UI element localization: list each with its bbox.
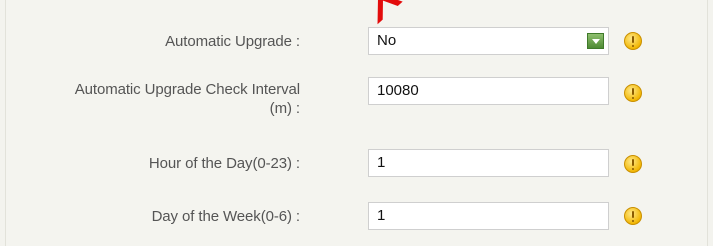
automatic-upgrade-select[interactable]: No bbox=[368, 27, 609, 55]
exclamation-info-icon[interactable] bbox=[624, 84, 642, 102]
check-interval-label: Automatic Upgrade Check Interval (m) : bbox=[75, 80, 300, 118]
automatic-upgrade-value: No bbox=[377, 32, 397, 49]
hour-of-day-label: Hour of the Day(0-23) : bbox=[148, 155, 300, 172]
exclamation-info-icon[interactable] bbox=[624, 207, 642, 225]
day-of-week-input[interactable]: 1 bbox=[368, 202, 609, 230]
exclamation-info-icon[interactable] bbox=[624, 155, 642, 173]
day-of-week-label: Day of the Week(0-6) : bbox=[151, 208, 301, 225]
check-interval-input[interactable]: 10080 bbox=[368, 77, 609, 105]
hour-of-day-input[interactable]: 1 bbox=[368, 149, 609, 177]
exclamation-info-icon[interactable] bbox=[624, 32, 642, 50]
check-interval-label-line2: (m) : bbox=[269, 100, 300, 117]
automatic-upgrade-label: Automatic Upgrade : bbox=[165, 33, 300, 50]
chevron-down-icon[interactable] bbox=[587, 33, 604, 49]
check-interval-label-line1: Automatic Upgrade Check Interval bbox=[74, 81, 300, 98]
